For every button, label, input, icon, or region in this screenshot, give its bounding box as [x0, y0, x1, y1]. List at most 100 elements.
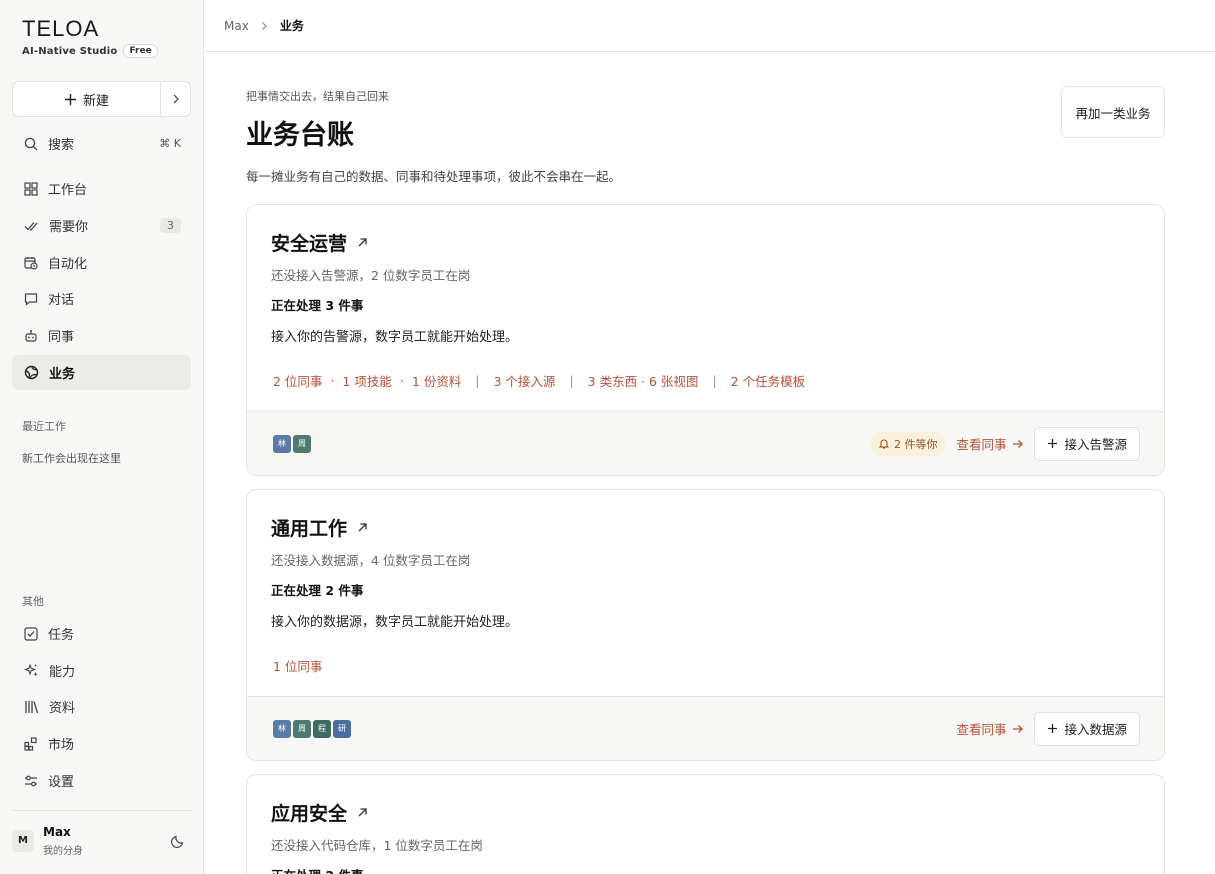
- business-card-general-work: 通用工作 还没接入数据源，4 位数字员工在岗 正在处理 2 件事 接入你的数据源…: [246, 489, 1165, 761]
- arrow-right-icon: [1013, 439, 1024, 448]
- sidebar-item-label: 需要你: [49, 220, 89, 235]
- pending-badge[interactable]: 2 件等你: [869, 431, 947, 456]
- brand-subtitle: AI-Native Studio: [22, 45, 118, 57]
- link-sources[interactable]: 3 个接入源: [494, 371, 556, 390]
- other-heading: 其他: [22, 595, 44, 608]
- connect-data-source-button[interactable]: 接入数据源: [1034, 711, 1140, 746]
- arrow-right-icon: [1013, 724, 1024, 733]
- sidebar-item-market[interactable]: 市场: [12, 726, 191, 761]
- colleague-avatars: 林 周: [271, 432, 313, 455]
- sidebar-item-abilities[interactable]: 能力: [12, 653, 191, 688]
- apps-icon: [24, 736, 37, 751]
- external-arrow-icon: [358, 808, 367, 817]
- moon-icon[interactable]: [171, 834, 185, 848]
- new-menu-button[interactable]: [161, 81, 191, 117]
- external-arrow-icon: [358, 523, 367, 532]
- sidebar-item-materials[interactable]: 资料: [12, 689, 191, 724]
- new-row: 新建: [12, 81, 191, 117]
- brand-logo[interactable]: TELOA AI-Native Studio Free: [22, 16, 158, 58]
- card-title[interactable]: 通用工作: [271, 514, 368, 541]
- sidebar-item-label: 资料: [49, 701, 76, 716]
- sidebar-item-label: 任务: [48, 628, 75, 643]
- sidebar-item-chat[interactable]: 对话: [12, 281, 191, 316]
- user-profile[interactable]: M Max 我的分身: [12, 810, 191, 870]
- view-colleagues-link[interactable]: 查看同事: [956, 719, 1024, 738]
- recent-work-empty: 新工作会出现在这里: [22, 452, 121, 465]
- search-shortcut: ⌘ K: [159, 137, 181, 150]
- card-footer: 林 周 程 研 查看同事 接入数据源: [247, 696, 1164, 760]
- new-button[interactable]: 新建: [12, 81, 161, 117]
- sidebar-item-tasks[interactable]: 任务: [12, 616, 191, 651]
- search-icon: [24, 137, 38, 150]
- link-task-templates[interactable]: 2 个任务模板: [731, 371, 805, 390]
- sidebar-item-business[interactable]: 业务: [12, 355, 191, 390]
- sidebar-item-dashboard[interactable]: 工作台: [12, 171, 191, 206]
- external-arrow-icon: [358, 238, 367, 247]
- sidebar-item-automation[interactable]: 自动化: [12, 245, 191, 280]
- card-title-text: 安全运营: [271, 233, 348, 255]
- card-subtitle: 还没接入代码仓库，1 位数字员工在岗: [271, 838, 483, 853]
- breadcrumb-root[interactable]: Max: [224, 19, 249, 33]
- view-colleagues-label: 查看同事: [956, 722, 1007, 737]
- user-name: Max: [43, 824, 71, 839]
- robot-icon: [25, 329, 37, 342]
- bell-icon: [878, 439, 889, 449]
- breadcrumb: Max 业务: [204, 0, 1215, 52]
- card-title-text: 通用工作: [271, 518, 348, 540]
- card-status: 正在处理 3 件事: [271, 298, 364, 313]
- grid-icon: [24, 181, 38, 196]
- sidebar-item-needs-you[interactable]: 需要你 3: [12, 208, 191, 243]
- user-subtitle: 我的分身: [43, 845, 83, 857]
- sidebar-item-label: 市场: [48, 738, 75, 753]
- card-links: 2 位同事 · 1 项技能 · 1 份资料 | 3 个接入源 | 3 类东西 ·…: [273, 371, 806, 390]
- double-check-icon: [24, 221, 38, 231]
- chevron-right-icon: [173, 94, 179, 104]
- plus-icon: [1048, 724, 1058, 733]
- globe-icon: [24, 365, 39, 380]
- business-card-app-security: 应用安全 还没接入代码仓库，1 位数字员工在岗 正在处理 2 件事: [246, 774, 1165, 874]
- checkbox-icon: [24, 626, 38, 641]
- page-tagline: 把事情交出去，结果自己回来: [246, 90, 389, 103]
- avatar[interactable]: 程: [311, 717, 333, 740]
- avatar[interactable]: 周: [291, 432, 313, 455]
- sparkle-icon: [24, 663, 38, 677]
- add-business-button[interactable]: 再加一类业务: [1061, 86, 1165, 138]
- needs-you-count: 3: [160, 218, 181, 233]
- chevron-right-icon: [261, 21, 267, 30]
- search-item[interactable]: 搜索 ⌘ K: [12, 126, 191, 161]
- card-footer: 林 周 2 件等你 查看同事 接入告警源: [247, 411, 1164, 475]
- card-title[interactable]: 安全运营: [271, 229, 368, 256]
- avatar[interactable]: 研: [331, 717, 353, 740]
- connect-label: 接入告警源: [1064, 437, 1127, 452]
- avatar[interactable]: 林: [271, 432, 293, 455]
- new-button-label: 新建: [82, 93, 109, 109]
- sidebar-item-label: 工作台: [48, 183, 88, 198]
- link-skills[interactable]: 1 项技能: [342, 371, 391, 390]
- sidebar-item-colleagues[interactable]: 同事: [12, 318, 191, 353]
- sidebar-item-label: 同事: [48, 330, 75, 345]
- connect-alert-source-button[interactable]: 接入告警源: [1034, 426, 1140, 461]
- pending-text: 2 件等你: [893, 437, 938, 451]
- sidebar-item-label: 对话: [48, 293, 75, 308]
- link-materials[interactable]: 1 份资料: [412, 371, 461, 390]
- plan-badge: Free: [123, 44, 158, 58]
- link-views[interactable]: 3 类东西 · 6 张视图: [588, 371, 699, 390]
- avatar[interactable]: 林: [271, 717, 293, 740]
- card-subtitle: 还没接入告警源，2 位数字员工在岗: [271, 268, 471, 283]
- sidebar: TELOA AI-Native Studio Free 新建 搜索 ⌘ K 工作…: [0, 0, 204, 874]
- view-colleagues-link[interactable]: 查看同事: [956, 434, 1024, 453]
- link-colleagues[interactable]: 1 位同事: [273, 656, 322, 675]
- card-status: 正在处理 2 件事: [271, 583, 364, 598]
- sidebar-item-settings[interactable]: 设置: [12, 763, 191, 798]
- link-colleagues[interactable]: 2 位同事: [273, 371, 322, 390]
- connect-label: 接入数据源: [1064, 722, 1127, 737]
- card-title[interactable]: 应用安全: [271, 799, 368, 826]
- search-label: 搜索: [48, 138, 75, 153]
- calendar-clock-icon: [24, 256, 38, 270]
- card-subtitle: 还没接入数据源，4 位数字员工在岗: [271, 553, 471, 568]
- card-status: 正在处理 2 件事: [271, 865, 363, 874]
- avatar[interactable]: 周: [291, 717, 313, 740]
- sidebar-item-label: 自动化: [48, 257, 88, 272]
- plus-icon: [1048, 439, 1058, 448]
- library-icon: [25, 700, 39, 713]
